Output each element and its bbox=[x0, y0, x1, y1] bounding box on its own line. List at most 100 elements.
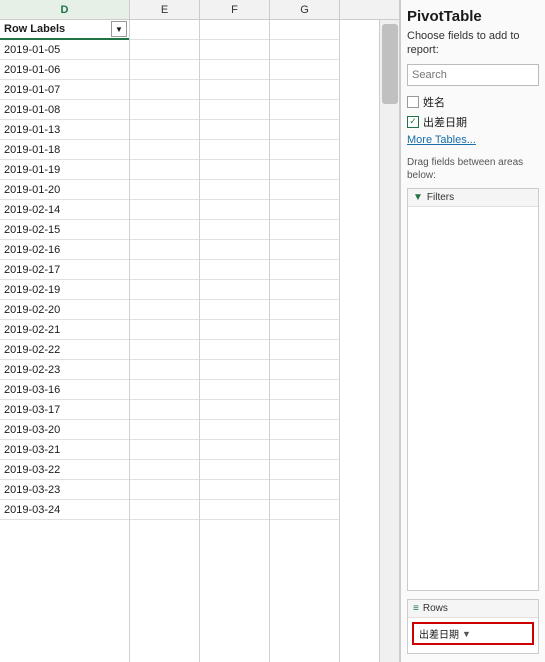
table-row: 2019-02-21 bbox=[0, 320, 129, 340]
field-label-date: 出差日期 bbox=[423, 114, 467, 130]
table-row bbox=[270, 100, 339, 120]
table-row bbox=[130, 460, 199, 480]
table-row bbox=[270, 320, 339, 340]
table-row: 2019-03-23 bbox=[0, 480, 129, 500]
table-row bbox=[130, 140, 199, 160]
data-column-d: 2019-01-052019-01-062019-01-072019-01-08… bbox=[0, 40, 129, 520]
table-row bbox=[130, 40, 199, 60]
table-row bbox=[130, 260, 199, 280]
filters-label: Filters bbox=[427, 192, 454, 203]
table-row: 2019-03-16 bbox=[0, 380, 129, 400]
pivot-title: PivotTable bbox=[407, 8, 539, 25]
vertical-scrollbar[interactable] bbox=[379, 20, 399, 662]
more-tables-link[interactable]: More Tables... bbox=[407, 134, 539, 146]
table-row bbox=[270, 200, 339, 220]
table-row bbox=[200, 480, 269, 500]
field-checkbox-date[interactable] bbox=[407, 116, 419, 128]
table-row bbox=[130, 200, 199, 220]
drag-label: Drag fields between areas below: bbox=[407, 156, 539, 182]
table-row bbox=[130, 340, 199, 360]
data-column-g bbox=[270, 40, 339, 520]
col-header-f: F bbox=[200, 0, 270, 19]
table-row: 2019-01-06 bbox=[0, 60, 129, 80]
table-row bbox=[200, 200, 269, 220]
table-row bbox=[270, 40, 339, 60]
scrollbar-thumb[interactable] bbox=[382, 24, 398, 104]
col-g bbox=[270, 20, 340, 662]
field-item-name: 姓名 bbox=[407, 94, 539, 110]
table-row bbox=[270, 420, 339, 440]
table-row: 2019-01-13 bbox=[0, 120, 129, 140]
search-input[interactable] bbox=[407, 64, 539, 86]
table-row bbox=[200, 320, 269, 340]
table-row bbox=[270, 180, 339, 200]
table-row bbox=[270, 360, 339, 380]
table-row bbox=[130, 180, 199, 200]
table-row bbox=[130, 400, 199, 420]
table-row: 2019-02-15 bbox=[0, 220, 129, 240]
table-row bbox=[200, 300, 269, 320]
table-row bbox=[130, 380, 199, 400]
table-row: 2019-02-19 bbox=[0, 280, 129, 300]
table-row bbox=[200, 260, 269, 280]
table-row bbox=[270, 280, 339, 300]
table-row: 2019-01-05 bbox=[0, 40, 129, 60]
table-row: 2019-02-16 bbox=[0, 240, 129, 260]
table-row bbox=[200, 500, 269, 520]
table-row bbox=[200, 160, 269, 180]
table-row bbox=[200, 100, 269, 120]
table-row: 2019-01-18 bbox=[0, 140, 129, 160]
col-header-e: E bbox=[130, 0, 200, 19]
table-row bbox=[130, 300, 199, 320]
table-row bbox=[130, 360, 199, 380]
col-header-d: D bbox=[0, 0, 130, 19]
row-chip-date[interactable]: 出差日期 ▼ bbox=[412, 622, 534, 645]
table-row bbox=[270, 80, 339, 100]
table-row bbox=[200, 460, 269, 480]
table-row bbox=[270, 380, 339, 400]
table-row: 2019-01-20 bbox=[0, 180, 129, 200]
col-f bbox=[200, 20, 270, 662]
row-labels-dropdown[interactable]: ▼ bbox=[111, 21, 127, 37]
table-row: 2019-01-07 bbox=[0, 80, 129, 100]
field-checkbox-name[interactable] bbox=[407, 96, 419, 108]
table-area: Row Labels ▼ 2019-01-052019-01-062019-01… bbox=[0, 20, 399, 662]
table-row bbox=[130, 240, 199, 260]
pivot-subtitle: Choose fields to add to report: bbox=[407, 29, 539, 58]
table-row bbox=[270, 440, 339, 460]
rows-header: ≡ Rows bbox=[408, 600, 538, 618]
table-row bbox=[130, 500, 199, 520]
table-row: 2019-03-21 bbox=[0, 440, 129, 460]
table-row: 2019-02-23 bbox=[0, 360, 129, 380]
col-f-header bbox=[200, 20, 269, 40]
data-column-e bbox=[130, 40, 199, 520]
table-row: 2019-02-20 bbox=[0, 300, 129, 320]
table-row bbox=[200, 400, 269, 420]
table-row: 2019-03-22 bbox=[0, 460, 129, 480]
field-label-name: 姓名 bbox=[423, 94, 445, 110]
table-row: 2019-03-17 bbox=[0, 400, 129, 420]
table-row bbox=[200, 240, 269, 260]
table-row bbox=[270, 340, 339, 360]
rows-area: ≡ Rows 出差日期 ▼ bbox=[407, 599, 539, 654]
filter-icon: ▼ bbox=[413, 192, 423, 203]
table-row: 2019-03-20 bbox=[0, 420, 129, 440]
table-row bbox=[270, 300, 339, 320]
table-row bbox=[200, 140, 269, 160]
table-row: 2019-01-08 bbox=[0, 100, 129, 120]
col-header-g: G bbox=[270, 0, 340, 19]
row-labels-header[interactable]: Row Labels ▼ bbox=[0, 20, 129, 40]
table-row bbox=[200, 180, 269, 200]
table-row bbox=[130, 160, 199, 180]
table-row: 2019-02-17 bbox=[0, 260, 129, 280]
filters-area: ▼ Filters bbox=[407, 188, 539, 591]
table-row bbox=[200, 420, 269, 440]
table-row bbox=[200, 440, 269, 460]
col-header-scroll bbox=[340, 0, 360, 19]
table-row bbox=[270, 60, 339, 80]
table-row bbox=[200, 360, 269, 380]
pivot-panel: PivotTable Choose fields to add to repor… bbox=[400, 0, 545, 662]
table-row bbox=[270, 220, 339, 240]
table-row bbox=[130, 320, 199, 340]
rows-icon: ≡ bbox=[413, 603, 419, 614]
